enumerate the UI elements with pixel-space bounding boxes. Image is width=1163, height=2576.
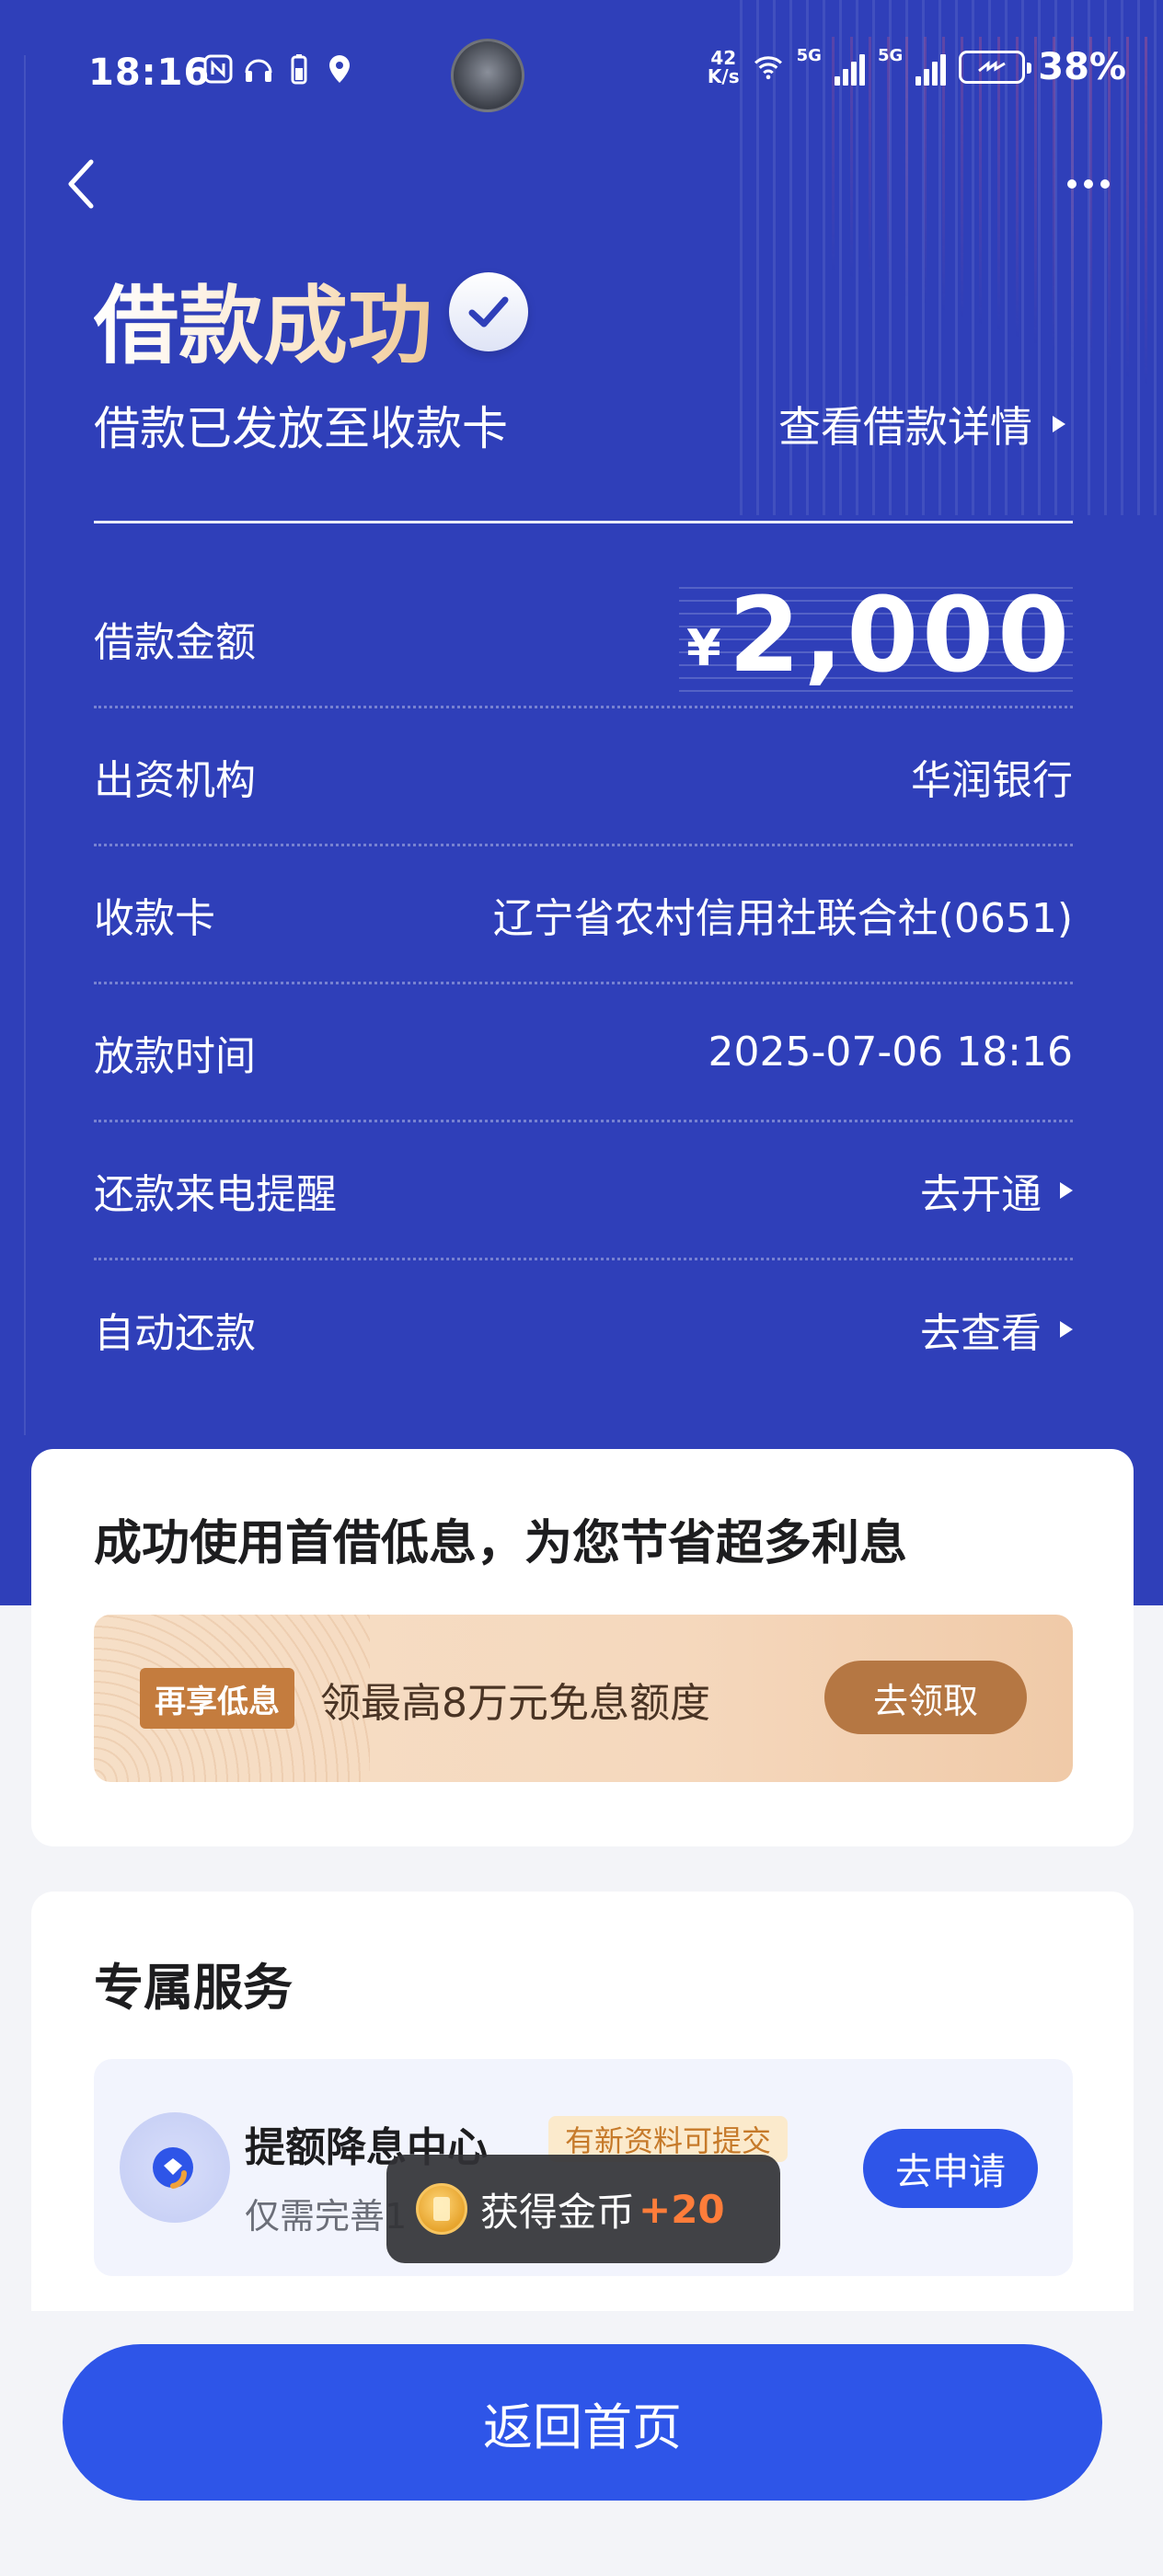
- apply-button[interactable]: 去申请: [863, 2129, 1038, 2208]
- success-check-icon: [449, 272, 528, 351]
- title-divider: [94, 521, 1073, 523]
- nfc-icon: [202, 53, 234, 85]
- network-speed-value: 42: [710, 47, 737, 69]
- detail-label: 出资机构: [94, 756, 256, 804]
- headphones-icon: [243, 53, 274, 85]
- detail-value: 辽宁省农村信用社联合社(0651): [492, 894, 1073, 942]
- wifi-icon: [753, 52, 784, 83]
- amount-label: 借款金额: [94, 618, 256, 666]
- detail-value: 2025-07-06 18:16: [708, 1029, 1074, 1075]
- toast-text: 获得金币: [480, 2189, 636, 2235]
- page-title: 借款成功: [94, 258, 432, 380]
- triangle-right-icon: [1053, 416, 1065, 432]
- triangle-right-icon: [1060, 1181, 1073, 1199]
- view-auto-repayment-label: 去查看: [920, 1310, 1042, 1357]
- currency-symbol: ¥: [686, 618, 721, 677]
- exclusive-services-title: 专属服务: [94, 1959, 293, 2017]
- claim-button[interactable]: 去领取: [824, 1661, 1027, 1734]
- promo-tag: 再享低息: [140, 1668, 294, 1729]
- service-logo-icon: [120, 2112, 230, 2223]
- status-right-icons: 42 K/s 5G 5G 38%: [708, 46, 1126, 88]
- enable-reminder-link[interactable]: 去开通: [920, 1161, 1073, 1220]
- chevron-left-icon: [68, 159, 94, 209]
- amount-value: 2,000: [728, 575, 1073, 696]
- more-dot-icon: [1067, 179, 1077, 189]
- coin-reward-toast: 获得金币 +20: [386, 2155, 780, 2263]
- battery-percent: 38%: [1038, 46, 1126, 88]
- view-auto-repayment-link[interactable]: 去查看: [920, 1300, 1073, 1359]
- enable-reminder-label: 去开通: [920, 1170, 1042, 1218]
- detail-label: 放款时间: [94, 1032, 256, 1080]
- page-subtitle: 借款已发放至收款卡: [94, 402, 508, 455]
- view-loan-details-label: 查看借款详情: [778, 402, 1032, 452]
- more-dot-icon: [1100, 179, 1110, 189]
- back-button[interactable]: [53, 152, 109, 216]
- detail-value: 华润银行: [911, 756, 1073, 804]
- bottom-bar: 返回首页: [0, 2311, 1163, 2576]
- status-bar: 18:16 42 K/s 5G 5G 38%: [0, 0, 1163, 147]
- status-time: 18:16: [88, 52, 211, 94]
- detail-label: 收款卡: [94, 894, 215, 942]
- status-left-icons: [202, 53, 355, 85]
- detail-row-receiving-card: 收款卡 辽宁省农村信用社联合社(0651): [94, 846, 1073, 984]
- loan-details: 借款金额 ¥ 2,000 出资机构 华润银行 收款卡 辽宁省农村信用社联合社(0…: [94, 570, 1073, 1398]
- network-speed-unit: K/s: [707, 65, 740, 87]
- return-home-button[interactable]: 返回首页: [63, 2344, 1102, 2501]
- signal-2-icon: [915, 49, 947, 86]
- view-loan-details-link[interactable]: 查看借款详情: [778, 394, 1065, 454]
- interest-free-promo-banner[interactable]: 再享低息 领最高8万元免息额度 去领取: [94, 1615, 1073, 1782]
- location-icon: [324, 53, 355, 85]
- signal-1-label: 5G: [796, 46, 822, 65]
- more-dot-icon: [1084, 179, 1093, 189]
- low-interest-card-title: 成功使用首借低息，为您节省超多利息: [94, 1516, 908, 1571]
- loan-amount: ¥ 2,000: [679, 575, 1073, 696]
- signal-2-label: 5G: [877, 46, 904, 65]
- detail-row-lender: 出资机构 华润银行: [94, 708, 1073, 846]
- low-interest-card: 成功使用首借低息，为您节省超多利息 再享低息 领最高8万元免息额度 去领取: [31, 1449, 1134, 1846]
- detail-label: 自动还款: [94, 1310, 256, 1357]
- battery-icon: [959, 51, 1032, 84]
- network-speed: 42 K/s: [708, 49, 740, 86]
- more-options-button[interactable]: [1056, 164, 1121, 204]
- service-description: 仅需完善1: [245, 2196, 408, 2237]
- edge-watermark: [24, 55, 37, 1435]
- headphone-battery-icon: [283, 53, 315, 85]
- toast-amount: +20: [639, 2186, 725, 2232]
- status-avatar-icon: [451, 39, 524, 112]
- triangle-right-icon: [1060, 1321, 1073, 1338]
- detail-row-amount: 借款金额 ¥ 2,000: [94, 570, 1073, 708]
- detail-label: 还款来电提醒: [94, 1170, 337, 1218]
- signal-1-icon: [834, 49, 865, 86]
- detail-row-disbursement-time: 放款时间 2025-07-06 18:16: [94, 984, 1073, 1122]
- promo-text: 领最高8万元免息额度: [320, 1680, 710, 1727]
- repayment-call-reminder-row[interactable]: 还款来电提醒 去开通: [94, 1122, 1073, 1260]
- auto-repayment-row[interactable]: 自动还款 去查看: [94, 1260, 1073, 1398]
- gold-coin-icon: [416, 2183, 467, 2235]
